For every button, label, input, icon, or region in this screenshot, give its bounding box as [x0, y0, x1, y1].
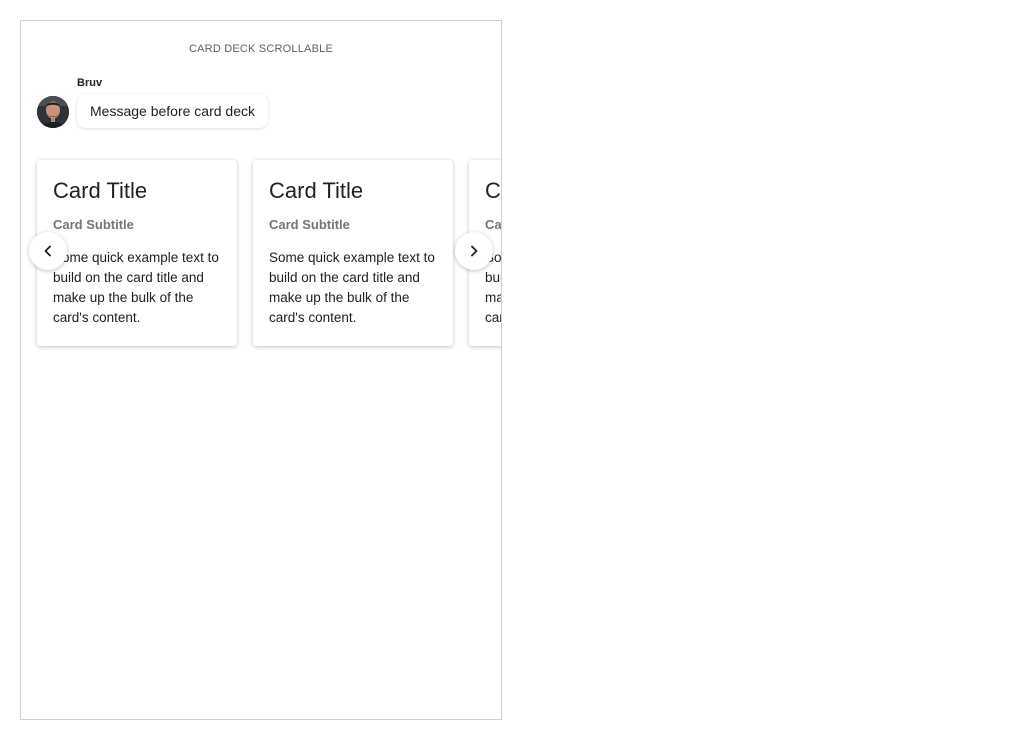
card-title: Card Title	[269, 178, 364, 203]
card-subtitle: Card Subtitle	[485, 217, 501, 232]
card-subtitle: Card Subtitle	[269, 217, 350, 232]
chevron-left-icon	[44, 245, 51, 257]
card-title: Card Title	[53, 178, 148, 203]
card[interactable]: Card Title Card Subtitle Some quick exam…	[37, 160, 237, 346]
message-bubble: Message before card deck	[77, 94, 268, 128]
panel-title: CARD DECK SCROLLABLE	[189, 43, 333, 55]
scroll-right-button[interactable]	[455, 232, 493, 270]
card-deck-track: Card Title Card Subtitle Some quick exam…	[37, 160, 501, 346]
user-photo-avatar-icon	[37, 96, 69, 128]
card[interactable]: Card Title Card Subtitle Some quick exam…	[253, 160, 453, 346]
card-text: Some quick example text to build on the …	[53, 250, 219, 325]
card-deck[interactable]: Card Title Card Subtitle Some quick exam…	[21, 151, 501, 361]
card-title: Card Title	[485, 178, 501, 203]
avatar	[37, 96, 69, 128]
card-subtitle: Card Subtitle	[53, 217, 134, 232]
card-text: Some quick example text to build on the …	[269, 250, 435, 325]
chat-panel: CARD DECK SCROLLABLE Bruv Message before…	[20, 20, 502, 720]
sender-name: Bruv	[77, 77, 103, 89]
scroll-left-button[interactable]	[29, 232, 67, 270]
chevron-right-icon	[471, 245, 478, 257]
